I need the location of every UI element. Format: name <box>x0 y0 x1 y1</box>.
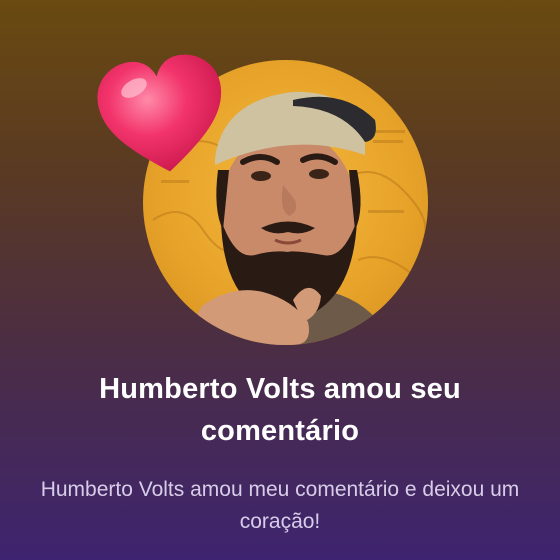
notification-card[interactable]: Humberto Volts amou seu comentário Humbe… <box>0 0 560 560</box>
notification-title: Humberto Volts amou seu comentário <box>99 373 461 447</box>
notification-message: Humberto Volts amou meu comentário e dei… <box>40 478 520 533</box>
heart-icon <box>96 54 228 178</box>
